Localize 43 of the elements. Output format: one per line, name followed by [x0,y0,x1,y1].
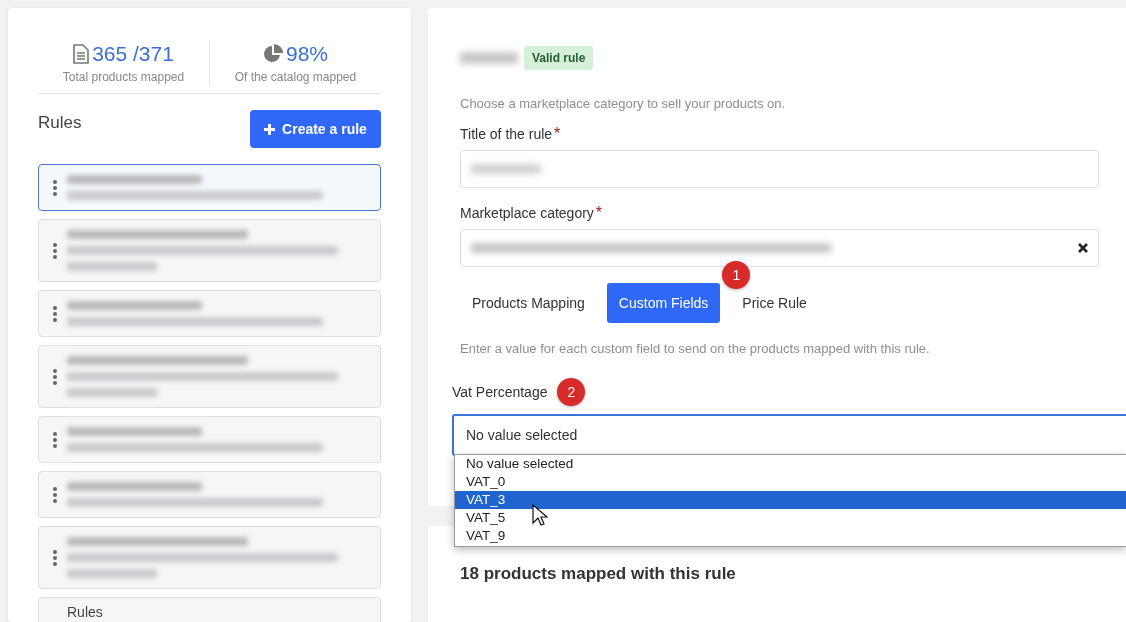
drag-handle-icon[interactable] [53,242,57,259]
create-rule-button[interactable]: Create a rule [250,110,381,148]
field-label: Vat Percentage [452,384,548,400]
drag-handle-icon[interactable] [53,431,57,448]
field-label: Marketplace category [460,205,594,221]
dropdown-option[interactable]: VAT_0 [455,473,1126,491]
text-field[interactable] [460,229,1099,267]
clear-icon[interactable] [1078,243,1088,253]
field-label: Title of the rule [460,126,553,142]
section-heading: Rules [38,113,82,133]
intro-text: Choose a marketplace category to sell your products on. [460,96,787,111]
tab-hint-text: Enter a value for each custom field to send on the products mapped with this rule. [460,341,931,356]
blurred-text [471,164,541,174]
step-marker: 2 [557,378,586,406]
pie-chart-icon [263,44,283,64]
blurred-text [460,52,518,64]
tab[interactable]: Custom Fields [606,283,721,323]
text-field[interactable] [460,150,1099,188]
required-mark: * [554,125,561,142]
stat-caption: Of the catalog mapped [234,70,357,84]
step-marker: 1 [722,261,751,289]
required-mark: * [595,204,603,221]
rule-item[interactable]: Rules [38,597,381,622]
document-icon [73,44,90,64]
summary-heading: 18 products mapped with this rule [460,564,736,583]
dropdown-option[interactable]: No value selected [455,455,1126,473]
drag-handle-icon[interactable] [53,368,57,385]
plus-icon [264,123,276,135]
tab[interactable]: Products Mapping [460,283,597,323]
dropdown-option[interactable]: VAT_3 [455,491,1126,509]
drag-handle-icon[interactable] [53,179,57,196]
drag-handle-icon[interactable] [53,486,57,503]
dropdown-option[interactable]: VAT_5 [455,509,1126,527]
stat-value: 365 /371 [92,42,174,66]
drag-handle-icon[interactable] [53,549,57,566]
mouse-pointer-icon [532,504,548,528]
rule-title: Rules [66,604,103,620]
drag-handle-icon[interactable] [53,305,57,322]
dropdown-option[interactable]: VAT_9 [455,527,1126,545]
rule-item[interactable] [38,164,381,211]
stat-caption: Total products mapped [62,70,185,84]
stat-value: 98% [286,42,328,66]
status-badge: Valid rule [524,46,594,70]
